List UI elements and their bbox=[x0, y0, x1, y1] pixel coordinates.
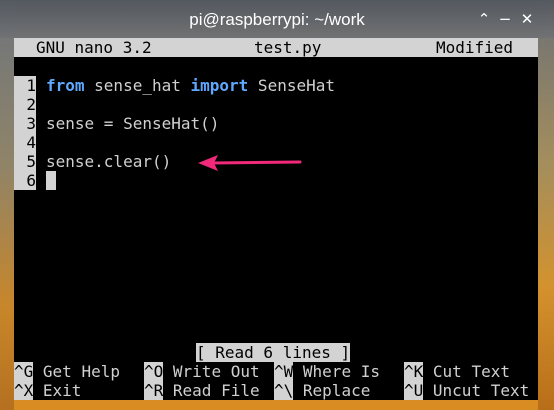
code-class: SenseHat bbox=[248, 76, 335, 95]
shortcut-write-out[interactable]: ^O Write Out bbox=[144, 362, 260, 381]
annotation-arrow-icon bbox=[198, 155, 302, 171]
desktop-background-left bbox=[0, 0, 14, 410]
shortcut-label: Exit bbox=[42, 381, 82, 400]
nano-version: GNU nano 3.2 bbox=[36, 38, 152, 57]
line-number: 2 bbox=[14, 95, 36, 114]
keyword-import: import bbox=[190, 76, 249, 95]
modified-indicator: Modified bbox=[436, 38, 514, 57]
shortcut-label: Write Out bbox=[172, 362, 260, 381]
close-icon[interactable]: ✕ bbox=[519, 11, 535, 27]
line-number: 1 bbox=[14, 76, 36, 95]
minimize-icon[interactable]: − bbox=[497, 11, 513, 27]
shortcut-get-help[interactable]: ^G Get Help bbox=[14, 362, 120, 381]
status-message: [ Read 6 lines ] bbox=[196, 343, 351, 362]
shortcut-uncut-text[interactable]: ^U Uncut Text bbox=[404, 381, 529, 400]
shortcut-key: ^K bbox=[404, 362, 424, 381]
text-cursor bbox=[46, 171, 56, 190]
terminal-area[interactable]: GNU nano 3.2 test.py Modified 1 from sen… bbox=[14, 38, 538, 400]
nano-header: GNU nano 3.2 test.py Modified bbox=[14, 38, 538, 57]
line-number: 4 bbox=[14, 133, 36, 152]
shortcut-label: Where Is bbox=[302, 362, 380, 381]
shortcut-where-is[interactable]: ^W Where Is bbox=[274, 362, 380, 381]
keyword-from: from bbox=[46, 76, 85, 95]
desktop-background-right bbox=[538, 0, 554, 410]
code-line-3[interactable]: sense = SenseHat() bbox=[46, 114, 219, 133]
line-number: 6 bbox=[14, 171, 36, 190]
code-line-5[interactable]: sense.clear() bbox=[46, 152, 171, 171]
shortcut-exit[interactable]: ^X Exit bbox=[14, 381, 81, 400]
file-name: test.py bbox=[254, 38, 322, 57]
code-line-1[interactable]: from sense_hat import SenseHat bbox=[46, 76, 335, 95]
shortcut-label: Read File bbox=[172, 381, 260, 400]
code-module: sense_hat bbox=[84, 76, 191, 95]
shortcut-key: ^G bbox=[14, 362, 34, 381]
shortcut-key: ^R bbox=[144, 381, 164, 400]
shortcut-key: ^W bbox=[274, 362, 294, 381]
window-title: pi@raspberrypi: ~/work bbox=[189, 10, 365, 29]
shortcut-label: Cut Text bbox=[432, 362, 510, 381]
shortcut-label: Uncut Text bbox=[432, 381, 530, 400]
shortcut-label: Get Help bbox=[42, 362, 120, 381]
shortcut-replace[interactable]: ^\ Replace bbox=[274, 381, 370, 400]
shortcut-key: ^\ bbox=[274, 381, 294, 400]
shortcut-key: ^O bbox=[144, 362, 164, 381]
window-titlebar[interactable]: pi@raspberrypi: ~/work ⌃ − ✕ bbox=[0, 0, 554, 38]
shortcut-label: Replace bbox=[302, 381, 371, 400]
line-number: 5 bbox=[14, 152, 36, 171]
shortcut-cut-text[interactable]: ^K Cut Text bbox=[404, 362, 510, 381]
line-number: 3 bbox=[14, 114, 36, 133]
shortcut-key: ^U bbox=[404, 381, 424, 400]
shortcut-key: ^X bbox=[14, 381, 34, 400]
maximize-icon[interactable]: ⌃ bbox=[476, 11, 492, 27]
shortcut-read-file[interactable]: ^R Read File bbox=[144, 381, 260, 400]
